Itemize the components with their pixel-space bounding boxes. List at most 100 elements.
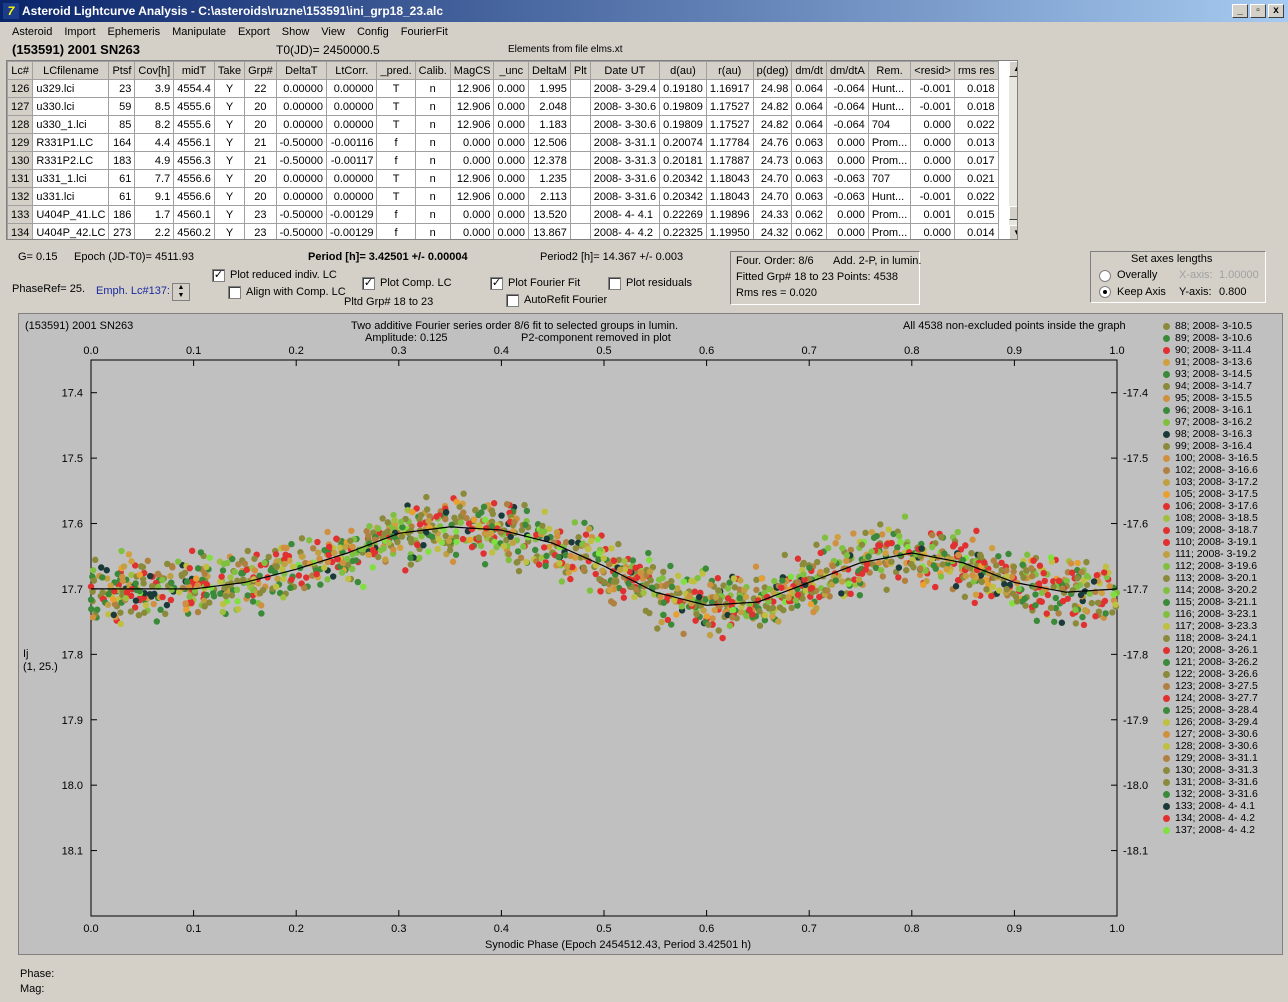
table-cell[interactable]: 2.048 — [528, 97, 571, 116]
table-cell[interactable]: 4555.6 — [173, 97, 215, 116]
table-cell[interactable]: -0.001 — [910, 187, 955, 206]
table-cell[interactable]: 707 — [867, 169, 912, 188]
table-cell[interactable]: 12.506 — [528, 133, 571, 152]
table-cell[interactable]: 0.064 — [791, 79, 827, 98]
xaxis-input[interactable]: 1.00000 — [1219, 269, 1259, 281]
table-cell[interactable]: 129 — [7, 133, 34, 152]
table-cell[interactable]: 0.063 — [791, 187, 827, 206]
table-cell[interactable]: T — [376, 79, 416, 98]
lightcurve-table[interactable]: Lc# LCfilename Ptsf Cov[h] midT Take Grp# Delta… — [6, 60, 1018, 240]
table-cell[interactable]: 0.021 — [953, 169, 999, 188]
table-cell[interactable]: 0.000 — [493, 169, 530, 188]
table-cell[interactable]: 0.000 — [493, 115, 530, 134]
column-header[interactable]: midT — [173, 61, 215, 80]
column-header[interactable]: dm/dtA — [825, 61, 869, 80]
table-cell[interactable]: -0.50000 — [275, 223, 328, 239]
column-header[interactable]: Ptsf — [108, 61, 136, 80]
maximize-button[interactable]: ▫ — [1250, 4, 1266, 18]
menu-manipulate[interactable]: Manipulate — [166, 22, 232, 42]
table-cell[interactable]: n — [414, 97, 451, 116]
table-cell[interactable]: 0.19809 — [659, 115, 707, 134]
table-cell[interactable]: 0.000 — [493, 151, 530, 170]
table-cell[interactable]: 0.22325 — [659, 223, 707, 239]
column-header[interactable]: p(deg) — [752, 61, 793, 80]
table-cell[interactable] — [569, 133, 591, 152]
table-cell[interactable]: Hunt... — [867, 79, 912, 98]
table-cell[interactable]: 2.113 — [528, 187, 571, 206]
table-row[interactable]: 129 R331P1.LC 164 4.4 4556.1 Y 21 -0.50000 -0.00… — [7, 133, 999, 152]
table-cell[interactable]: 2008- 3-31.6 — [589, 169, 661, 188]
table-cell[interactable]: R331P1.LC — [32, 133, 110, 152]
table-cell[interactable]: Hunt... — [867, 187, 912, 206]
column-header[interactable]: LtCorr. — [326, 61, 378, 80]
table-cell[interactable]: Y — [213, 187, 246, 206]
table-cell[interactable]: 4554.4 — [173, 79, 215, 98]
table-cell[interactable]: Prom... — [867, 133, 912, 152]
table-cell[interactable]: 0.064 — [791, 97, 827, 116]
table-cell[interactable]: 1.17527 — [705, 115, 754, 134]
table-cell[interactable]: 21 — [244, 151, 277, 170]
column-header[interactable]: LCfilename — [32, 61, 110, 80]
column-header[interactable]: <resid> — [910, 61, 955, 80]
table-cell[interactable]: n — [414, 187, 451, 206]
table-cell[interactable]: 24.98 — [752, 79, 793, 98]
table-cell[interactable]: 183 — [108, 151, 136, 170]
table-cell[interactable]: 1.235 — [528, 169, 571, 188]
table-cell[interactable]: 0.20342 — [659, 169, 707, 188]
column-header[interactable]: dm/dt — [791, 61, 827, 80]
table-cell[interactable]: 0.000 — [825, 223, 869, 239]
keep-axis-radio[interactable] — [1099, 286, 1111, 298]
table-cell[interactable]: R331P2.LC — [32, 151, 110, 170]
table-row[interactable]: 131 u331_1.lci 61 7.7 4556.6 Y 20 0.00000 0.0000… — [7, 169, 999, 188]
plot-reduced-checkbox[interactable]: ✓ — [212, 269, 225, 282]
column-header[interactable]: r(au) — [705, 61, 754, 80]
table-cell[interactable]: 0.000 — [493, 79, 530, 98]
table-cell[interactable]: 0.000 — [493, 205, 530, 224]
table-cell[interactable]: 1.7 — [134, 205, 175, 224]
scroll-thumb[interactable] — [1009, 206, 1017, 220]
table-cell[interactable]: 0.001 — [910, 205, 955, 224]
table-cell[interactable]: 12.378 — [528, 151, 571, 170]
table-cell[interactable]: 8.2 — [134, 115, 175, 134]
table-cell[interactable]: 0.00000 — [275, 169, 328, 188]
table-cell[interactable]: f — [376, 133, 416, 152]
table-row[interactable]: 126 u329.lci 23 3.9 4554.4 Y 22 0.00000 0.00000 T… — [7, 79, 999, 98]
table-cell[interactable]: 0.062 — [791, 205, 827, 224]
table-cell[interactable]: 128 — [7, 115, 34, 134]
table-cell[interactable]: 131 — [7, 169, 34, 188]
table-cell[interactable]: 0.022 — [953, 187, 999, 206]
table-cell[interactable]: 23 — [244, 205, 277, 224]
table-cell[interactable]: 126 — [7, 79, 34, 98]
table-cell[interactable]: 1.19896 — [705, 205, 754, 224]
table-cell[interactable]: 0.00000 — [275, 115, 328, 134]
menu-import[interactable]: Import — [58, 22, 101, 42]
table-cell[interactable]: Y — [213, 115, 246, 134]
table-cell[interactable]: 0.00000 — [326, 187, 378, 206]
table-cell[interactable]: 0.063 — [791, 133, 827, 152]
menu-fourierfit[interactable]: FourierFit — [395, 22, 454, 42]
table-cell[interactable]: u330_1.lci — [32, 115, 110, 134]
table-cell[interactable] — [569, 115, 591, 134]
table-cell[interactable]: -0.063 — [825, 187, 869, 206]
table-cell[interactable]: 59 — [108, 97, 136, 116]
menu-export[interactable]: Export — [232, 22, 276, 42]
table-cell[interactable]: 0.000 — [493, 223, 530, 239]
table-cell[interactable]: 1.18043 — [705, 169, 754, 188]
table-cell[interactable]: 4.9 — [134, 151, 175, 170]
table-cell[interactable] — [569, 97, 591, 116]
plot-fourier-checkbox[interactable]: ✓ — [490, 277, 503, 290]
column-header[interactable]: _pred. — [376, 61, 416, 80]
table-row[interactable]: 128 u330_1.lci 85 8.2 4555.6 Y 20 0.00000 0.0000… — [7, 115, 999, 134]
table-cell[interactable]: 0.017 — [953, 151, 999, 170]
table-cell[interactable]: Prom... — [867, 151, 912, 170]
table-cell[interactable]: 20 — [244, 97, 277, 116]
column-header[interactable]: Take — [213, 61, 246, 80]
table-cell[interactable]: 186 — [108, 205, 136, 224]
table-cell[interactable]: 23 — [108, 79, 136, 98]
table-cell[interactable]: 12.906 — [449, 97, 495, 116]
table-cell[interactable]: 0.062 — [791, 223, 827, 239]
table-cell[interactable]: 61 — [108, 169, 136, 188]
table-cell[interactable]: 0.000 — [449, 223, 495, 239]
table-cell[interactable]: 2008- 3-30.6 — [589, 115, 661, 134]
table-cell[interactable]: Y — [213, 133, 246, 152]
